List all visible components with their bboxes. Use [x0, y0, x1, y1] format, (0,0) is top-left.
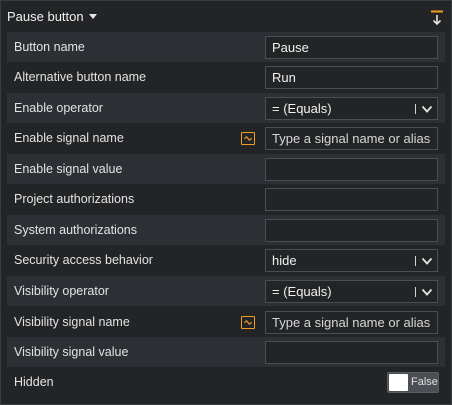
row-hidden: Hidden False — [7, 367, 445, 397]
visibility-signal-value-label: Visibility signal value — [14, 345, 129, 359]
select-separator — [415, 287, 416, 297]
button-name-label: Button name — [14, 40, 85, 54]
visibility-operator-label: Visibility operator — [14, 284, 109, 298]
row-enable-signal-value: Enable signal value — [7, 154, 445, 184]
row-visibility-signal-name: Visibility signal name Type a signal nam… — [7, 307, 445, 337]
button-name-input[interactable]: Pause — [265, 36, 438, 59]
panel-title: Pause button — [7, 8, 84, 24]
toggle-knob — [389, 374, 408, 391]
system-authorizations-input[interactable] — [265, 219, 438, 242]
select-separator — [415, 104, 416, 114]
visibility-signal-name-placeholder: Type a signal name or alias — [272, 315, 431, 330]
security-access-behavior-label: Security access behavior — [14, 253, 153, 267]
row-visibility-signal-value: Visibility signal value — [7, 337, 445, 367]
row-visibility-operator: Visibility operator = (Equals) — [7, 276, 445, 306]
properties-panel: Pause button Button name Pause Alternati… — [0, 0, 452, 405]
visibility-signal-name-input[interactable]: Type a signal name or alias — [265, 311, 438, 334]
panel-header: Pause button — [1, 1, 451, 31]
project-authorizations-label: Project authorizations — [14, 192, 135, 206]
caret-down-icon — [88, 14, 97, 19]
row-button-name: Button name Pause — [7, 32, 445, 62]
hidden-label: Hidden — [14, 375, 54, 389]
enable-signal-name-input[interactable]: Type a signal name or alias — [265, 127, 438, 150]
alt-button-name-input[interactable]: Run — [265, 66, 438, 89]
enable-operator-select[interactable]: = (Equals) — [265, 97, 438, 120]
row-enable-signal-name: Enable signal name Type a signal name or… — [7, 123, 445, 153]
chevron-down-icon — [421, 105, 433, 113]
row-system-authorizations: System authorizations — [7, 215, 445, 245]
visibility-signal-value-input[interactable] — [265, 341, 438, 364]
row-project-authorizations: Project authorizations — [7, 184, 445, 214]
panel-title-dropdown[interactable]: Pause button — [7, 9, 97, 24]
row-alt-button-name: Alternative button name Run — [7, 62, 445, 92]
select-separator — [415, 256, 416, 266]
visibility-signal-name-label: Visibility signal name — [14, 315, 130, 329]
security-access-behavior-value: hide — [272, 253, 297, 268]
enable-signal-name-placeholder: Type a signal name or alias — [272, 131, 431, 146]
enable-signal-value-label: Enable signal value — [14, 162, 123, 176]
enable-operator-label: Enable operator — [14, 101, 103, 115]
system-authorizations-label: System authorizations — [14, 223, 137, 237]
signal-wave-icon[interactable] — [241, 316, 255, 329]
project-authorizations-input[interactable] — [265, 188, 438, 211]
alt-button-name-label: Alternative button name — [14, 70, 147, 84]
signal-wave-icon[interactable] — [241, 132, 255, 145]
visibility-operator-select[interactable]: = (Equals) — [265, 280, 438, 303]
hidden-toggle[interactable]: False — [387, 372, 439, 393]
chevron-down-icon — [421, 288, 433, 296]
hidden-toggle-value: False — [411, 376, 438, 388]
enable-operator-value: = (Equals) — [272, 101, 332, 116]
enable-signal-name-label: Enable signal name — [14, 131, 124, 145]
visibility-operator-value: = (Equals) — [272, 284, 332, 299]
row-security-access-behavior: Security access behavior hide — [7, 245, 445, 275]
security-access-behavior-select[interactable]: hide — [265, 249, 438, 272]
chevron-down-icon — [421, 257, 433, 265]
pin-down-icon[interactable] — [430, 10, 444, 26]
row-enable-operator: Enable operator = (Equals) — [7, 93, 445, 123]
enable-signal-value-input[interactable] — [265, 158, 438, 181]
